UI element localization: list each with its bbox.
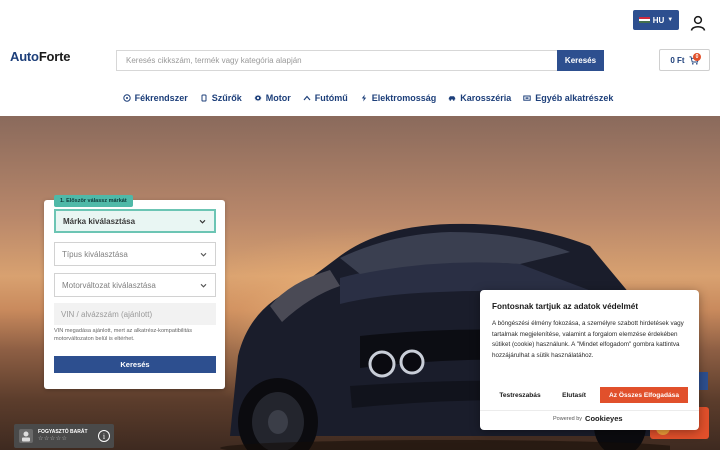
parts-icon: [523, 95, 531, 101]
brand-select[interactable]: Márka kiválasztása: [54, 209, 216, 233]
divider: [480, 410, 699, 411]
search-button[interactable]: Keresés: [557, 50, 604, 71]
cart-total: 0 Ft: [670, 55, 685, 65]
nav-label: Egyéb alkatrészek: [535, 93, 614, 103]
nav-item-other-parts[interactable]: Egyéb alkatrészek: [523, 93, 613, 103]
cart-button[interactable]: 0 Ft 0: [659, 49, 710, 71]
nav-label: Szűrők: [211, 93, 242, 103]
engine-icon: [254, 94, 262, 102]
info-icon[interactable]: i: [98, 430, 110, 442]
side-widget-tab[interactable]: [699, 372, 708, 390]
lightning-icon: [361, 94, 366, 102]
chevron-down-icon: [200, 252, 207, 257]
nav-label: Motor: [265, 93, 291, 103]
logo-part-forte: Forte: [38, 49, 71, 64]
step-hint-tag: 1. Először válassz márkát: [54, 195, 133, 207]
hungary-flag-icon: [638, 16, 650, 24]
search-bar: Keresés cikkszám, termék vagy kategória …: [116, 50, 604, 71]
nav-item-engine[interactable]: Motor: [254, 93, 291, 103]
site-logo[interactable]: AutoForte: [10, 49, 71, 64]
language-selector[interactable]: HU ▼: [633, 10, 679, 30]
accept-all-button[interactable]: Az Összes Elfogadása: [600, 387, 688, 403]
nav-label: Futómű: [314, 93, 348, 103]
logo-part-auto: Auto: [10, 49, 39, 64]
selector-search-button[interactable]: Keresés: [54, 356, 216, 373]
type-select[interactable]: Típus kiválasztása: [54, 242, 216, 266]
nav-label: Karosszéria: [460, 93, 512, 103]
vehicle-selector-card: Márka kiválasztása Típus kiválasztása Mo…: [44, 200, 225, 389]
chevron-down-icon: [199, 219, 206, 224]
vin-note: VIN megadása ajánlott, mert az alkatrész…: [54, 328, 193, 342]
reject-button[interactable]: Elutasít: [554, 387, 594, 403]
nav-item-suspension[interactable]: Futómű: [303, 93, 348, 103]
nav-item-electrical[interactable]: Elektromosság: [360, 93, 437, 103]
consumer-friend-text: FOGYASZTÓ BARÁT: [38, 429, 88, 435]
car-body-icon: [449, 96, 456, 101]
powered-by: Powered by Cookieyes: [553, 414, 623, 423]
nav-item-brakes[interactable]: Fékrendszer: [122, 93, 188, 103]
nav-item-bodywork[interactable]: Karosszéria: [448, 93, 511, 103]
caret-down-icon: ▼: [667, 17, 674, 23]
nav-item-filters[interactable]: Szűrők: [200, 93, 242, 103]
variant-select-label: Motorváltozat kiválasztása: [62, 280, 156, 290]
type-select-label: Típus kiválasztása: [62, 249, 128, 259]
cookie-text: A böngészési élmény fokozása, a személyr…: [492, 320, 684, 359]
nav-label: Elektromosság: [371, 93, 437, 103]
cookieyes-logo[interactable]: Cookieyes: [585, 414, 623, 423]
user-account-icon[interactable]: [690, 15, 706, 31]
variant-select[interactable]: Motorváltozat kiválasztása: [54, 273, 216, 297]
cookie-buttons: Testreszabás Elutasít Az Összes Elfogadá…: [492, 387, 688, 403]
rating-stars: ☆☆☆☆☆: [38, 436, 68, 442]
category-nav: Fékrendszer Szűrők Motor Futómű Elektrom…: [0, 88, 720, 108]
filter-icon: [201, 94, 207, 102]
cart-count-badge: 0: [693, 53, 701, 61]
chevron-down-icon: [200, 283, 207, 288]
powered-by-label: Powered by: [553, 415, 583, 422]
search-input[interactable]: Keresés cikkszám, termék vagy kategória …: [116, 50, 557, 71]
nav-label: Fékrendszer: [134, 93, 188, 103]
suspension-icon: [303, 95, 311, 101]
brand-select-label: Márka kiválasztása: [63, 216, 136, 226]
brake-icon: [122, 94, 131, 102]
consumer-friend-logo-icon: [19, 429, 33, 443]
vin-input[interactable]: VIN / alvázszám (ajánlott): [54, 303, 216, 325]
language-code: HU: [652, 15, 665, 25]
consumer-friend-badge[interactable]: FOGYASZTÓ BARÁT ☆☆☆☆☆ i: [14, 424, 114, 448]
customize-button[interactable]: Testreszabás: [492, 387, 548, 403]
cookie-title: Fontosnak tartjuk az adatok védelmét: [492, 302, 639, 311]
cookie-consent-dialog: Fontosnak tartjuk az adatok védelmét A b…: [480, 290, 699, 430]
